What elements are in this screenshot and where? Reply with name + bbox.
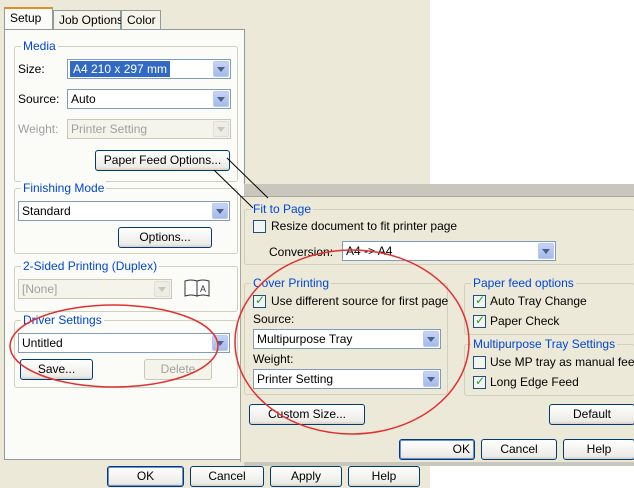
highlight-ellipse-cover-printing — [234, 249, 470, 435]
zoom-callout-line — [213, 169, 254, 209]
highlight-ellipse-driver-settings — [9, 304, 219, 388]
zoom-callout-line — [226, 157, 269, 199]
annotation-overlay — [9, 157, 470, 435]
